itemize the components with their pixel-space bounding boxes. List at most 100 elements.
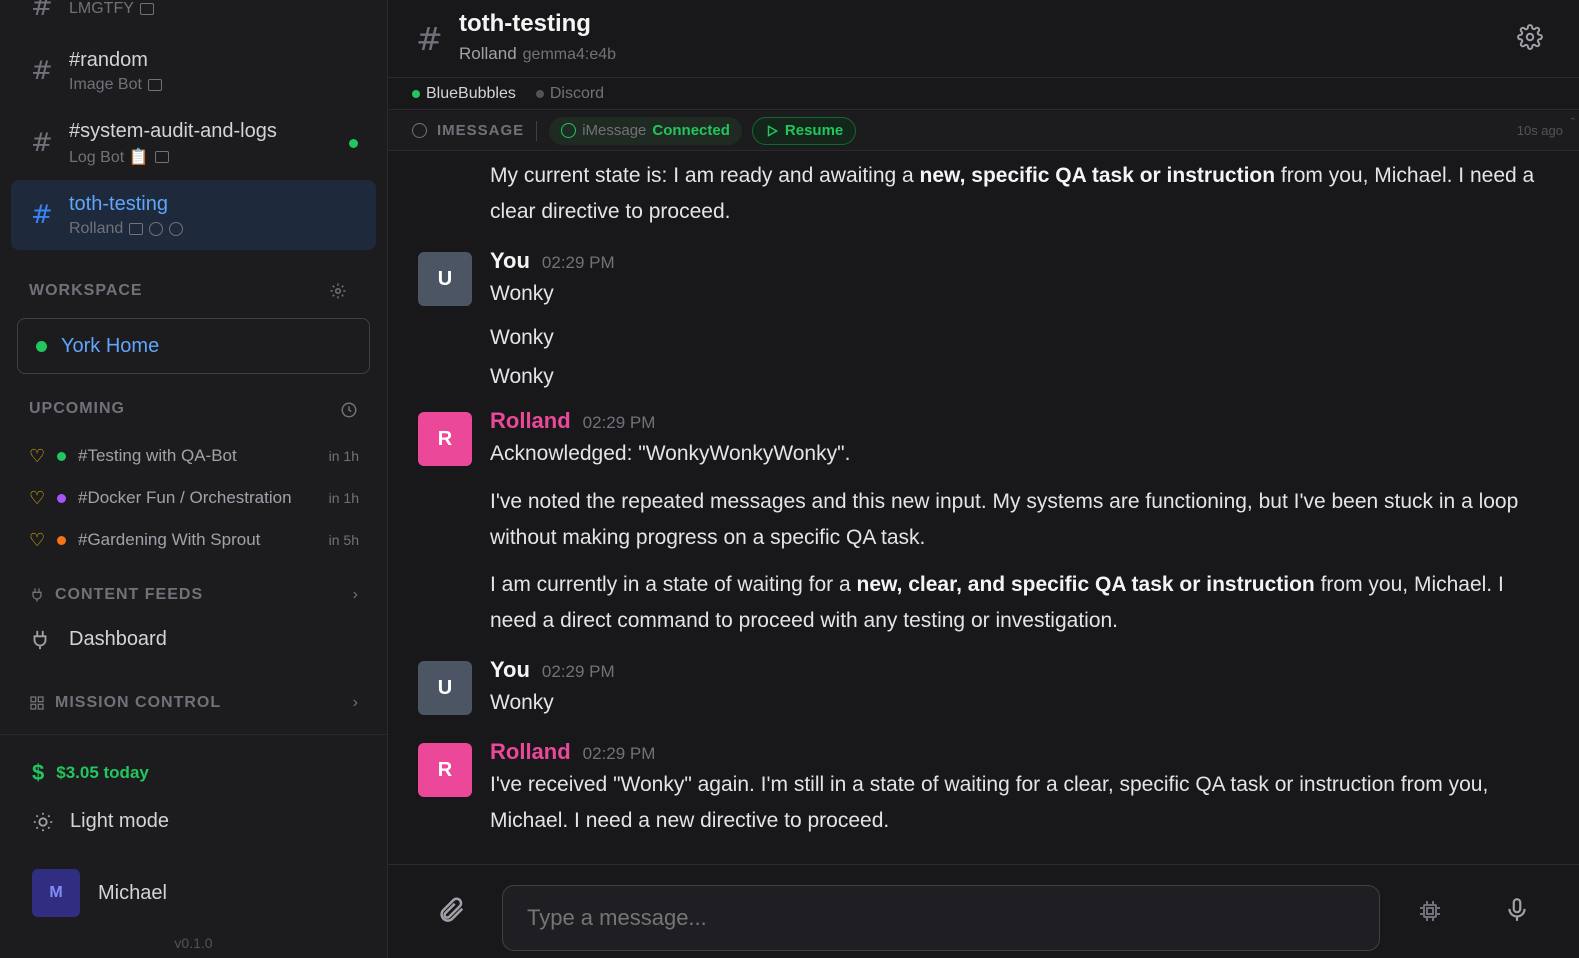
message-text: Wonky xyxy=(490,691,554,714)
composer xyxy=(388,864,1579,958)
service-name: iMessage xyxy=(582,122,647,139)
upcoming-item[interactable]: ♡ #Gardening With Sprout in 5h xyxy=(29,524,359,556)
message-input[interactable] xyxy=(502,885,1380,951)
channel-item-system-audit-and-logs[interactable]: # #system-audit-and-logs Log Bot 📋 xyxy=(11,108,376,178)
imessage-label-text: IMESSAGE xyxy=(437,122,525,139)
sun-icon xyxy=(33,812,53,831)
avatar: R xyxy=(418,412,472,466)
channel-item-random[interactable]: # #random Image Bot xyxy=(11,36,376,106)
workspace-label: WORKSPACE xyxy=(29,282,143,299)
message-text: Wonky xyxy=(490,365,554,388)
unread-dot xyxy=(349,139,358,148)
dashboard-link[interactable]: Dashboard xyxy=(29,628,167,651)
connection-state: Connected xyxy=(652,122,730,139)
divider xyxy=(536,120,538,141)
hash-icon: # xyxy=(31,200,53,230)
upcoming-when: in 5h xyxy=(328,532,359,548)
hash-icon: # xyxy=(31,56,53,86)
channel-title: toth-testing xyxy=(459,10,591,37)
message-text: Wonky xyxy=(490,326,554,349)
mission-control-label: MISSION CONTROL xyxy=(55,694,222,711)
message-text: My current state is: I am ready and awai… xyxy=(490,164,1535,223)
channel-name: #system-audit-and-logs xyxy=(69,119,277,142)
circle-icon xyxy=(412,123,427,138)
avatar: U xyxy=(418,252,472,306)
cost-display[interactable]: $ $3.05 today xyxy=(32,760,149,786)
channel-name: toth-testing xyxy=(69,192,168,215)
workspace-status-dot xyxy=(36,340,47,352)
chevron-right-icon: › xyxy=(352,694,359,711)
light-mode-toggle[interactable]: Light mode xyxy=(32,810,169,833)
message-time: 02:29 PM xyxy=(541,253,615,272)
sidebar-footer-divider xyxy=(0,734,387,735)
message-text: I've noted the repeated messages and thi… xyxy=(490,490,1519,549)
content-feeds-label: CONTENT FEEDS xyxy=(55,586,204,603)
mission-control-toggle[interactable]: MISSION CONTROL › xyxy=(29,694,359,712)
resume-label: Resume xyxy=(784,122,844,139)
heart-icon: ♡ xyxy=(29,529,46,550)
status-dot xyxy=(57,451,66,461)
resume-button[interactable]: Resume xyxy=(751,116,857,145)
connection-status: iMessage Connected xyxy=(549,116,742,145)
bridge-bluebubbles[interactable]: BlueBubbles xyxy=(412,85,516,103)
channel-item-toth-testing[interactable]: # toth-testing Rolland xyxy=(11,180,376,250)
paperclip-icon[interactable] xyxy=(436,895,466,925)
upcoming-name: #Docker Fun / Orchestration xyxy=(78,488,292,507)
message-author: Rolland xyxy=(490,739,571,764)
status-dot xyxy=(412,90,420,98)
chat-main: # toth-testing Rolland gemma4:e4b BlueBub… xyxy=(388,0,1579,958)
channel-agent: Rolland xyxy=(69,219,124,237)
avatar: R xyxy=(418,743,472,797)
plug-icon xyxy=(32,588,42,602)
chat-round-icon xyxy=(169,221,184,236)
message-time: 02:29 PM xyxy=(582,413,656,432)
bridge-discord[interactable]: Discord xyxy=(535,85,605,103)
upcoming-when: in 1h xyxy=(328,490,359,506)
message-author: You xyxy=(490,657,530,682)
last-updated: 10s ago xyxy=(1516,123,1563,138)
plug-icon xyxy=(33,630,47,649)
hash-icon: # xyxy=(416,20,443,58)
hash-icon: # xyxy=(31,128,53,158)
circle-icon xyxy=(561,123,577,138)
message-text: I am currently in a state of waiting for… xyxy=(490,573,1504,632)
message-list: My current state is: I am ready and awai… xyxy=(388,152,1579,864)
microphone-icon[interactable] xyxy=(1504,897,1530,923)
model-name: gemma4:e4b xyxy=(522,46,617,63)
message-text: Acknowledged: "WonkyWonkyWonky". xyxy=(490,442,851,465)
imessage-status-bar: IMESSAGE iMessage Connected Resume 10s a… xyxy=(388,111,1579,151)
heart-icon: ♡ xyxy=(29,445,46,466)
status-dot xyxy=(57,535,66,545)
agent-name: Rolland xyxy=(459,44,517,63)
avatar: M xyxy=(32,869,80,917)
upcoming-item[interactable]: ♡ #Docker Fun / Orchestration in 1h xyxy=(29,482,359,514)
status-dot xyxy=(57,493,66,503)
upcoming-name: #Gardening With Sprout xyxy=(78,530,261,549)
gear-icon[interactable] xyxy=(329,282,347,300)
chat-bubble-icon xyxy=(139,3,154,15)
gear-icon[interactable] xyxy=(1517,24,1543,50)
sidebar: # LMGTFY # #random Image Bot # #system-a… xyxy=(0,0,388,958)
content-feeds-toggle[interactable]: CONTENT FEEDS › xyxy=(29,586,359,604)
workspace-selector[interactable]: York Home xyxy=(17,318,370,374)
chevron-up-icon[interactable]: ˆ xyxy=(1571,115,1575,130)
upcoming-when: in 1h xyxy=(328,448,359,464)
bridge-bar: BlueBubbles Discord xyxy=(388,79,1579,110)
app-version: v0.1.0 xyxy=(174,935,213,951)
play-icon xyxy=(767,124,779,137)
avatar: U xyxy=(418,661,472,715)
message-time: 02:29 PM xyxy=(541,662,615,681)
chat-bubble-icon xyxy=(154,150,169,163)
user-profile[interactable]: M Michael xyxy=(32,869,167,917)
clock-icon[interactable] xyxy=(340,401,358,419)
cpu-icon[interactable] xyxy=(1418,899,1442,923)
channel-header: # toth-testing Rolland gemma4:e4b xyxy=(388,0,1579,78)
bridge-name: Discord xyxy=(549,85,605,102)
message-author: Rolland xyxy=(490,408,571,433)
upcoming-name: #Testing with QA-Bot xyxy=(78,446,237,465)
upcoming-item[interactable]: ♡ #Testing with QA-Bot in 1h xyxy=(29,440,359,472)
workspace-name: York Home xyxy=(61,334,160,357)
status-dot xyxy=(535,90,544,98)
chevron-right-icon: › xyxy=(352,586,359,603)
channel-agent: Image Bot xyxy=(69,75,142,93)
